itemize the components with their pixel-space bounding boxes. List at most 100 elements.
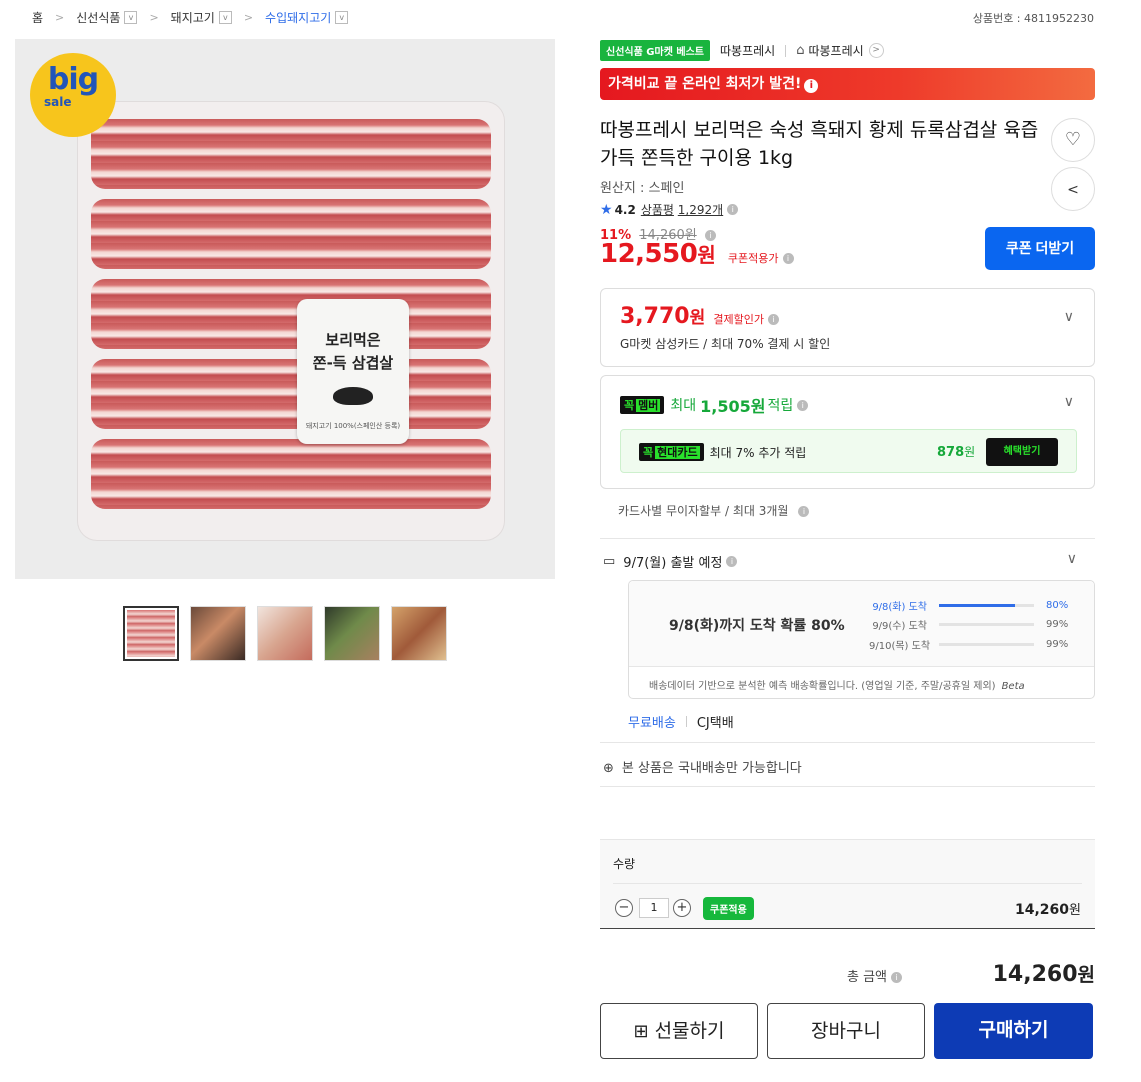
info-icon[interactable]: i <box>804 79 819 93</box>
divider <box>600 538 1095 539</box>
installment-info: 카드사별 무이자할부 / 최대 3개월 i <box>618 502 810 519</box>
info-icon[interactable]: i <box>798 506 810 517</box>
share-icon: < <box>1067 182 1079 198</box>
info-icon[interactable]: i <box>782 253 794 264</box>
sale-price-unit: 원 <box>697 243 716 267</box>
shipping-departure-row: ▭ 9/7(월) 출발 예정 i <box>603 552 738 571</box>
beta-label: Beta <box>1001 681 1025 692</box>
get-benefit-button[interactable]: 혜택받기 <box>986 438 1058 466</box>
chevron-right-icon: > <box>55 11 65 24</box>
info-icon[interactable]: i <box>726 556 738 567</box>
chevron-right-icon: > <box>243 11 254 24</box>
member-reward-row: 꼭 멤버 최대 1,505원 적립 i <box>620 393 809 417</box>
seller-name[interactable]: 따봉프레시 <box>720 42 775 59</box>
package-label-line2: 쫀-득 삼겹살 <box>312 354 394 372</box>
breadcrumb-item-imported-pork[interactable]: 수입돼지고기 <box>265 9 331 26</box>
card-discount-box[interactable]: 3,770원 결제할인가 i G마켓 삼성카드 / 최대 70% 결제 시 할인 … <box>600 288 1095 367</box>
info-icon[interactable]: i <box>727 204 739 215</box>
arrival-probability-headline: 9/8(화)까지 도착 확률 80% <box>669 618 845 634</box>
prediction-row: 9/9(수) 도착 99% <box>872 619 1069 632</box>
quantity-decrease-button[interactable]: − <box>615 899 633 917</box>
tag-row: 신선식품 G마켓 베스트 따봉프레시 ⌂ 따봉프레시 > <box>600 40 884 61</box>
big-sale-badge: big sale <box>30 53 116 137</box>
thumbnail-4[interactable] <box>324 606 380 661</box>
coupon-applied-badge: 쿠폰적용 <box>703 897 754 920</box>
member-reward-box: 꼭 멤버 최대 1,505원 적립 i ∨ 꼭 현대카드 최대 7% 추가 적립 8… <box>600 375 1095 489</box>
smile-club-badge: 꼭 멤버 <box>620 396 665 414</box>
hyundai-card-points: 878원 <box>937 445 976 460</box>
review-label[interactable]: 상품평 <box>641 201 674 218</box>
member-accrue-text: 적립 <box>767 398 794 414</box>
banner-text-pre: 가격비교 끝 <box>608 76 683 92</box>
product-package-image: 보리먹은 쫀-득 삼겹살 돼지고기 100%(스페인산 등록) <box>77 101 505 541</box>
home-icon: ⌂ <box>796 43 805 58</box>
prediction-note: 배송데이터 기반으로 분석한 예측 배송확률입니다. (영업일 기준, 주말/공… <box>649 681 1025 692</box>
truck-icon: ▭ <box>603 554 616 569</box>
lowest-price-banner[interactable]: 가격비교 끝 온라인 최저가 발견! i <box>600 68 1095 100</box>
divider <box>600 786 1095 787</box>
hyundai-card-reward: 꼭 현대카드 최대 7% 추가 적립 878원 혜택받기 <box>620 429 1077 473</box>
breadcrumb: 홈 > 신선식품 v > 돼지고기 v > 수입돼지고기 v <box>32 9 349 26</box>
info-icon[interactable]: i <box>797 399 809 411</box>
chevron-down-icon[interactable]: ∨ <box>1067 551 1077 567</box>
chevron-down-icon[interactable]: v <box>124 11 138 24</box>
member-max-text: 최대 <box>670 398 697 414</box>
prediction-row: 9/8(화) 도착 80% <box>872 600 1069 613</box>
wishlist-button[interactable]: ♡ <box>1051 118 1095 162</box>
thumbnail-2[interactable] <box>190 606 246 661</box>
product-title: 따봉프레시 보리먹은 숙성 흑돼지 황제 듀록삼겹살 육즙가득 쫀득한 구이용 … <box>600 119 1039 169</box>
quantity-box: 수량 − 1 + 쿠폰적용 14,260원 <box>600 839 1095 929</box>
review-count[interactable]: 1,292개 <box>678 201 723 218</box>
card-discount-label: 결제할인가 <box>713 313 764 326</box>
chevron-down-icon[interactable]: ∨ <box>1064 394 1074 410</box>
card-discount-number: 3,770 <box>620 304 690 329</box>
hyundai-card-text: 최대 7% 추가 적립 <box>709 445 807 460</box>
card-discount-unit: 원 <box>689 308 706 328</box>
gift-icon: ⊞ <box>633 1021 649 1042</box>
shop-link[interactable]: 따봉프레시 <box>808 42 863 59</box>
domestic-shipping-notice: ⊕ 본 상품은 국내배송만 가능합니다 <box>603 761 802 776</box>
best-badge[interactable]: 신선식품 G마켓 베스트 <box>600 40 710 61</box>
prediction-row: 9/10(목) 도착 99% <box>869 639 1069 652</box>
globe-icon: ⊕ <box>603 761 614 776</box>
divider <box>785 44 787 57</box>
share-button[interactable]: < <box>1051 167 1095 211</box>
shipping-departure: 9/7(월) 출발 예정 <box>623 556 723 571</box>
breadcrumb-home[interactable]: 홈 <box>32 9 43 26</box>
coupon-price-tag: 쿠폰적용가 <box>727 252 779 265</box>
buy-button[interactable]: 구매하기 <box>934 1003 1093 1059</box>
courier-name: CJ택배 <box>696 716 734 731</box>
breadcrumb-item-pork[interactable]: 돼지고기 <box>171 9 215 26</box>
divider <box>600 742 1095 743</box>
hyundai-card-badge: 꼭 현대카드 <box>639 443 704 461</box>
chevron-down-icon[interactable]: v <box>335 11 349 24</box>
big-sale-text: big <box>47 62 99 97</box>
chevron-right-icon[interactable]: > <box>868 43 884 58</box>
breadcrumb-item-fresh[interactable]: 신선식품 <box>76 9 120 26</box>
more-coupons-button[interactable]: 쿠폰 더받기 <box>985 227 1095 270</box>
package-label-line1: 보리먹은 <box>325 331 381 349</box>
quantity-increase-button[interactable]: + <box>673 899 691 917</box>
member-reward-amount: 1,505원 <box>700 397 766 416</box>
info-icon[interactable]: i <box>891 972 903 983</box>
quantity-label: 수량 <box>613 857 636 871</box>
thumbnail-list <box>123 606 447 661</box>
chevron-down-icon[interactable]: v <box>218 11 232 24</box>
thumbnail-3[interactable] <box>257 606 313 661</box>
gift-button[interactable]: ⊞ 선물하기 <box>600 1003 758 1059</box>
info-icon[interactable]: i <box>767 314 779 325</box>
product-main-image[interactable]: 보리먹은 쫀-득 삼겹살 돼지고기 100%(스페인산 등록) big sale <box>15 39 555 579</box>
rating-score: 4.2 <box>614 202 636 217</box>
sale-text: sale <box>44 95 72 109</box>
chevron-right-icon: > <box>149 11 159 24</box>
total-price: 14,260원 <box>992 962 1095 987</box>
cart-button[interactable]: 장바구니 <box>767 1003 925 1059</box>
thumbnail-5[interactable] <box>391 606 447 661</box>
card-discount-price: 3,770원 결제할인가 i <box>620 303 779 329</box>
quantity-input[interactable]: 1 <box>639 898 669 918</box>
thumbnail-1[interactable] <box>123 606 179 661</box>
banner-text-bold: 온라인 최저가 발견! <box>682 76 802 92</box>
origin-text: 원산지 : 스페인 <box>600 181 685 196</box>
total-label: 총 금액 i <box>847 966 903 985</box>
chevron-down-icon[interactable]: ∨ <box>1064 309 1074 325</box>
